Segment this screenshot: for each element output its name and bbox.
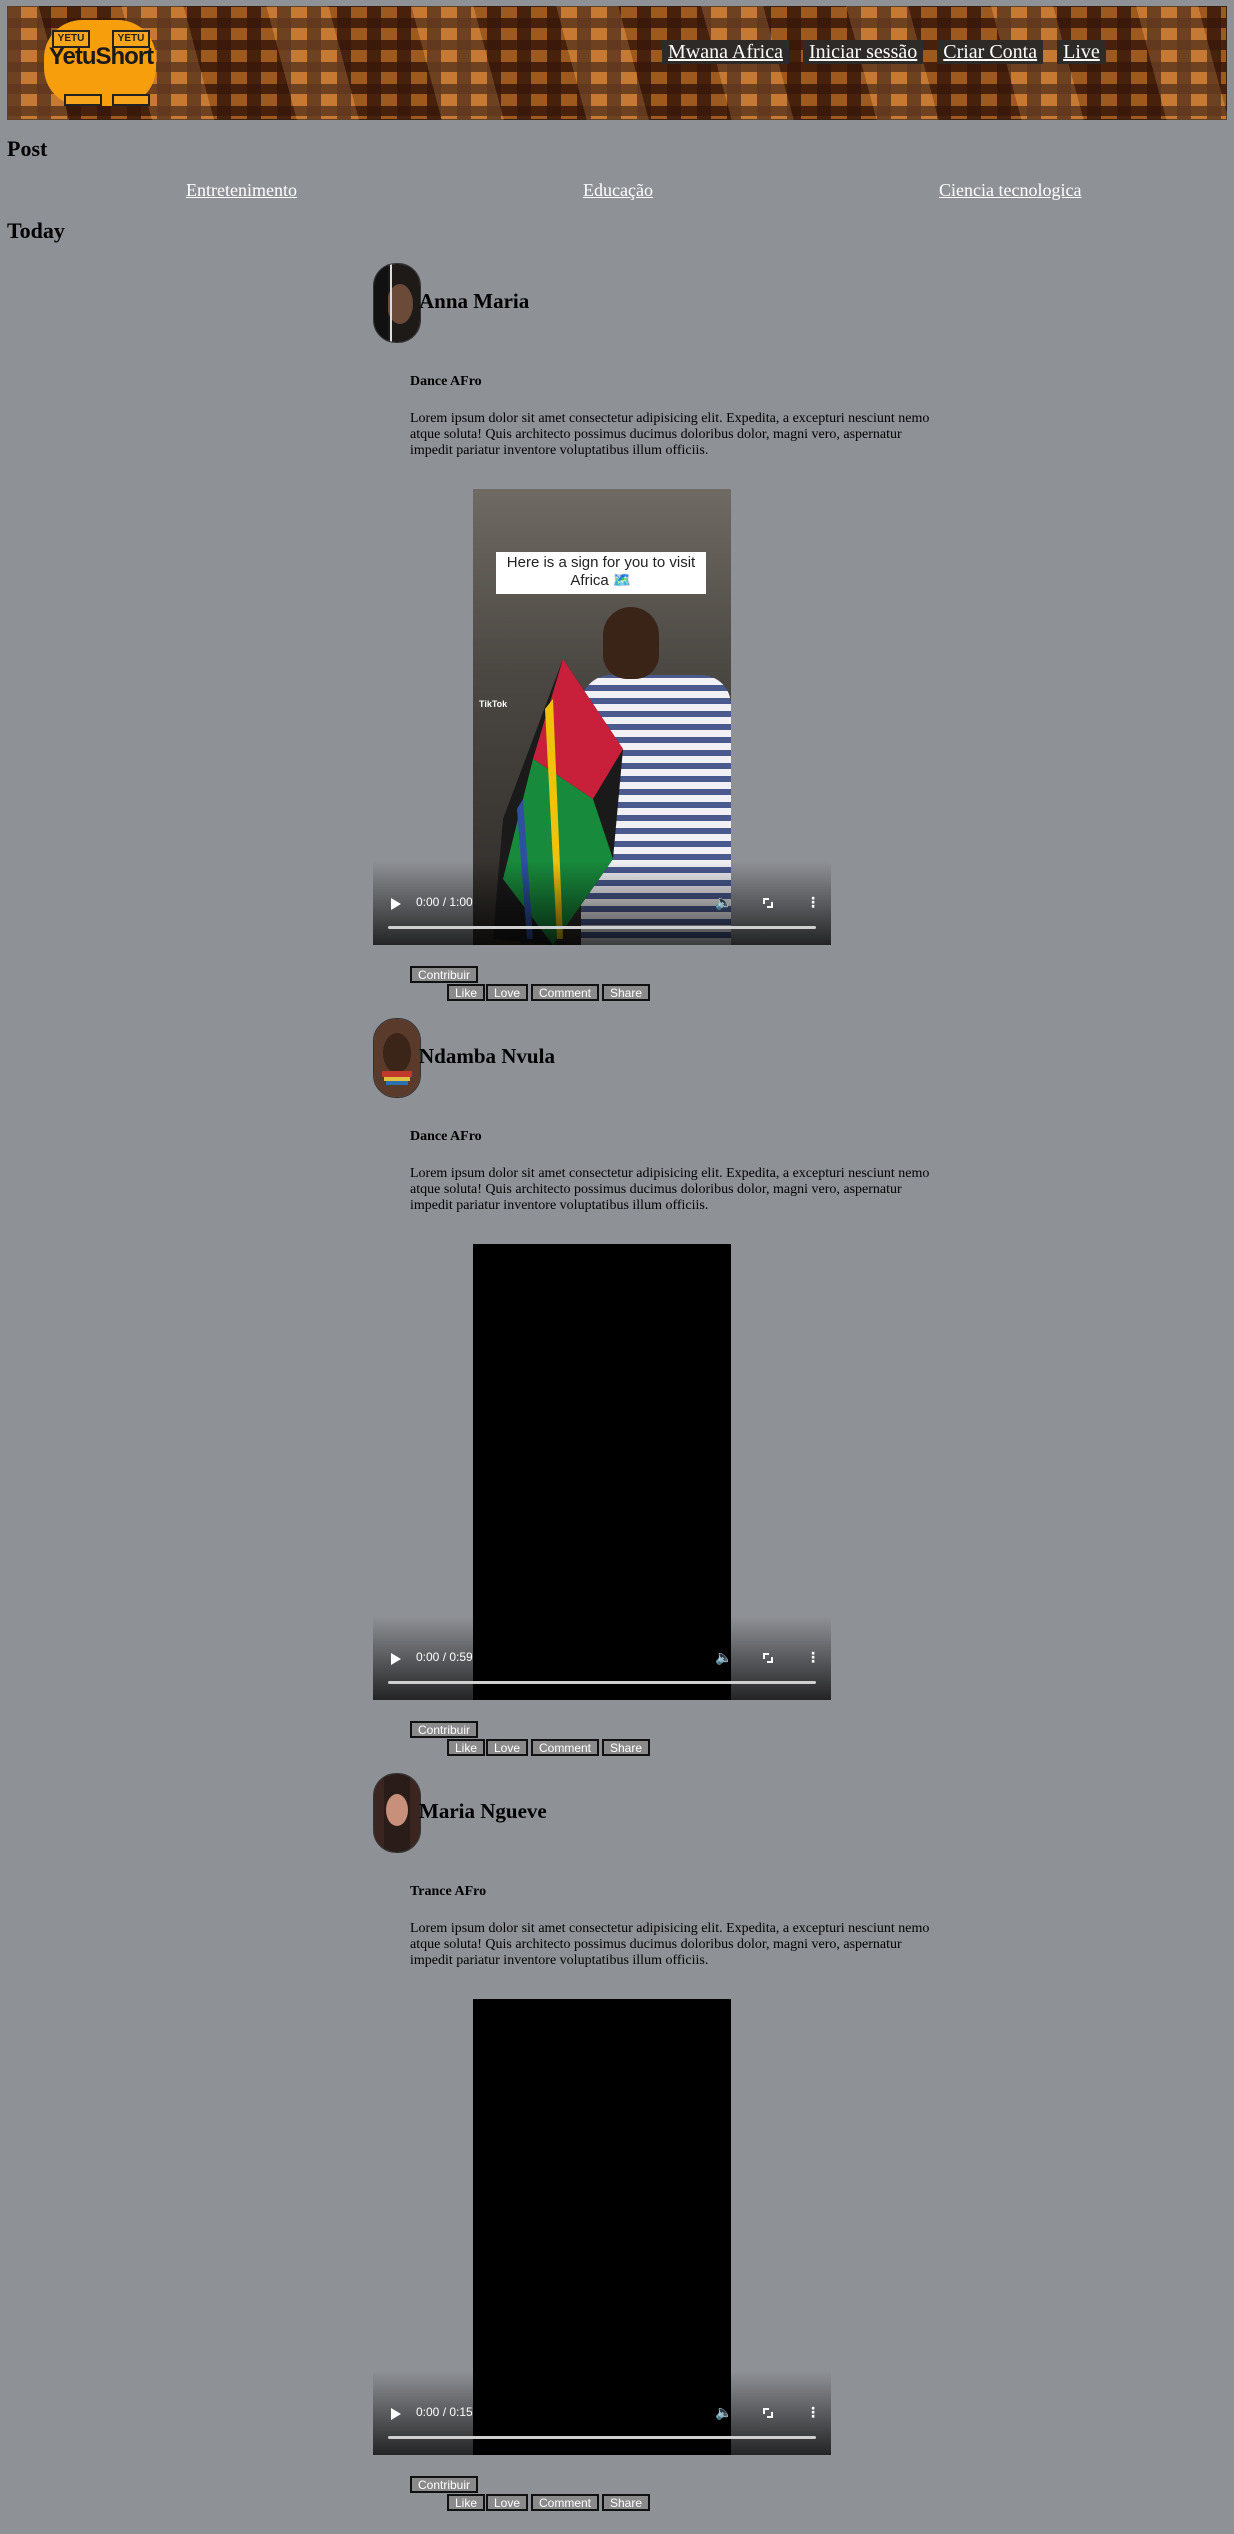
post-author: Maria Ngueve: [373, 1773, 933, 1853]
share-button[interactable]: Share: [602, 984, 651, 1001]
like-button[interactable]: Like: [447, 1739, 486, 1756]
author-name[interactable]: Anna Maria: [419, 289, 529, 314]
like-button[interactable]: Like: [447, 2494, 486, 2511]
category-educacao[interactable]: Educação: [583, 180, 653, 201]
video-time: 0:00 / 0:59: [416, 1650, 473, 1664]
post-title: Dance AFro: [410, 1129, 482, 1144]
post-card: Maria Ngueve Trance AFro Lorem ipsum dol…: [373, 1773, 933, 2513]
volume-icon[interactable]: 🔈: [715, 895, 732, 911]
post-card: Anna Maria Dance AFro Lorem ipsum dolor …: [373, 263, 933, 1003]
author-avatar[interactable]: [373, 1773, 421, 1853]
share-button[interactable]: Share: [602, 1739, 651, 1756]
category-ciencia-tecnologica[interactable]: Ciencia tecnologica: [939, 180, 1081, 201]
site-header: YETU YETU YetuShort Mwana Africa Iniciar…: [7, 6, 1227, 120]
post-title: Dance AFro: [410, 374, 482, 389]
post-author: Anna Maria: [373, 263, 933, 343]
play-icon[interactable]: [391, 1653, 401, 1665]
logo-text: YetuShort: [48, 43, 154, 70]
nav-login[interactable]: Iniciar sessão: [802, 40, 924, 64]
more-options-icon[interactable]: ⋮: [806, 2405, 820, 2421]
post-heading: Post: [7, 136, 48, 161]
play-icon[interactable]: [391, 2408, 401, 2420]
fullscreen-icon[interactable]: [763, 2408, 773, 2418]
nav-live[interactable]: Live: [1057, 40, 1106, 64]
comment-button[interactable]: Comment: [531, 984, 600, 1001]
contribute-button[interactable]: Contribuir: [410, 966, 479, 983]
author-name[interactable]: Ndamba Nvula: [419, 1044, 555, 1069]
video-controls: 0:00 / 0:59 🔈 ⋮: [373, 1616, 831, 1700]
fullscreen-icon[interactable]: [763, 898, 773, 908]
nav-mwana-africa[interactable]: Mwana Africa: [662, 40, 789, 64]
author-name[interactable]: Maria Ngueve: [419, 1799, 547, 1824]
logo-badge-bottom-left: [64, 94, 102, 106]
comment-button[interactable]: Comment: [531, 1739, 600, 1756]
nav-create-account[interactable]: Criar Conta: [937, 40, 1044, 64]
video-controls: 0:00 / 1:00 🔈 ⋮: [373, 861, 831, 945]
more-options-icon[interactable]: ⋮: [806, 895, 820, 911]
video-overlay-sign: Here is a sign for you to visit Africa 🗺…: [496, 552, 706, 594]
video-progress-bar[interactable]: [388, 2436, 816, 2439]
today-heading: Today: [7, 218, 65, 243]
top-nav: Mwana Africa Iniciar sessão Criar Conta …: [662, 40, 1106, 64]
category-entretenimento[interactable]: Entretenimento: [186, 180, 297, 201]
video-progress-bar[interactable]: [388, 926, 816, 929]
video-player[interactable]: Here is a sign for you to visit Africa 🗺…: [373, 489, 831, 945]
tiktok-watermark: TikTok: [479, 699, 508, 709]
post-description: Lorem ipsum dolor sit amet consectetur a…: [410, 1166, 930, 1213]
post-title: Trance AFro: [410, 1884, 487, 1899]
play-icon[interactable]: [391, 898, 401, 910]
post-card: Ndamba Nvula Dance AFro Lorem ipsum dolo…: [373, 1018, 933, 1758]
love-button[interactable]: Love: [486, 984, 529, 1001]
author-avatar[interactable]: [373, 263, 421, 343]
video-time: 0:00 / 1:00: [416, 895, 473, 909]
volume-icon[interactable]: 🔈: [715, 1650, 732, 1666]
site-logo[interactable]: YETU YETU YetuShort: [44, 20, 156, 106]
video-controls: 0:00 / 0:15 🔈 ⋮: [373, 2371, 831, 2455]
love-button[interactable]: Love: [486, 2494, 529, 2511]
more-options-icon[interactable]: ⋮: [806, 1650, 820, 1666]
share-button[interactable]: Share: [602, 2494, 651, 2511]
video-player[interactable]: 0:00 / 0:59 🔈 ⋮: [373, 1244, 831, 1700]
post-description: Lorem ipsum dolor sit amet consectetur a…: [410, 1921, 930, 1968]
contribute-button[interactable]: Contribuir: [410, 1721, 479, 1738]
like-button[interactable]: Like: [447, 984, 486, 1001]
post-author: Ndamba Nvula: [373, 1018, 933, 1098]
love-button[interactable]: Love: [486, 1739, 529, 1756]
author-avatar[interactable]: [373, 1018, 421, 1098]
post-description: Lorem ipsum dolor sit amet consectetur a…: [410, 411, 930, 458]
category-links: Entretenimento Educação Ciencia tecnolog…: [0, 180, 1234, 204]
video-player[interactable]: 0:00 / 0:15 🔈 ⋮: [373, 1999, 831, 2455]
contribute-button[interactable]: Contribuir: [410, 2476, 479, 2493]
video-progress-bar[interactable]: [388, 1681, 816, 1684]
video-time: 0:00 / 0:15: [416, 2405, 473, 2419]
comment-button[interactable]: Comment: [531, 2494, 600, 2511]
fullscreen-icon[interactable]: [763, 1653, 773, 1663]
logo-badge-bottom-right: [112, 94, 150, 106]
volume-icon[interactable]: 🔈: [715, 2405, 732, 2421]
